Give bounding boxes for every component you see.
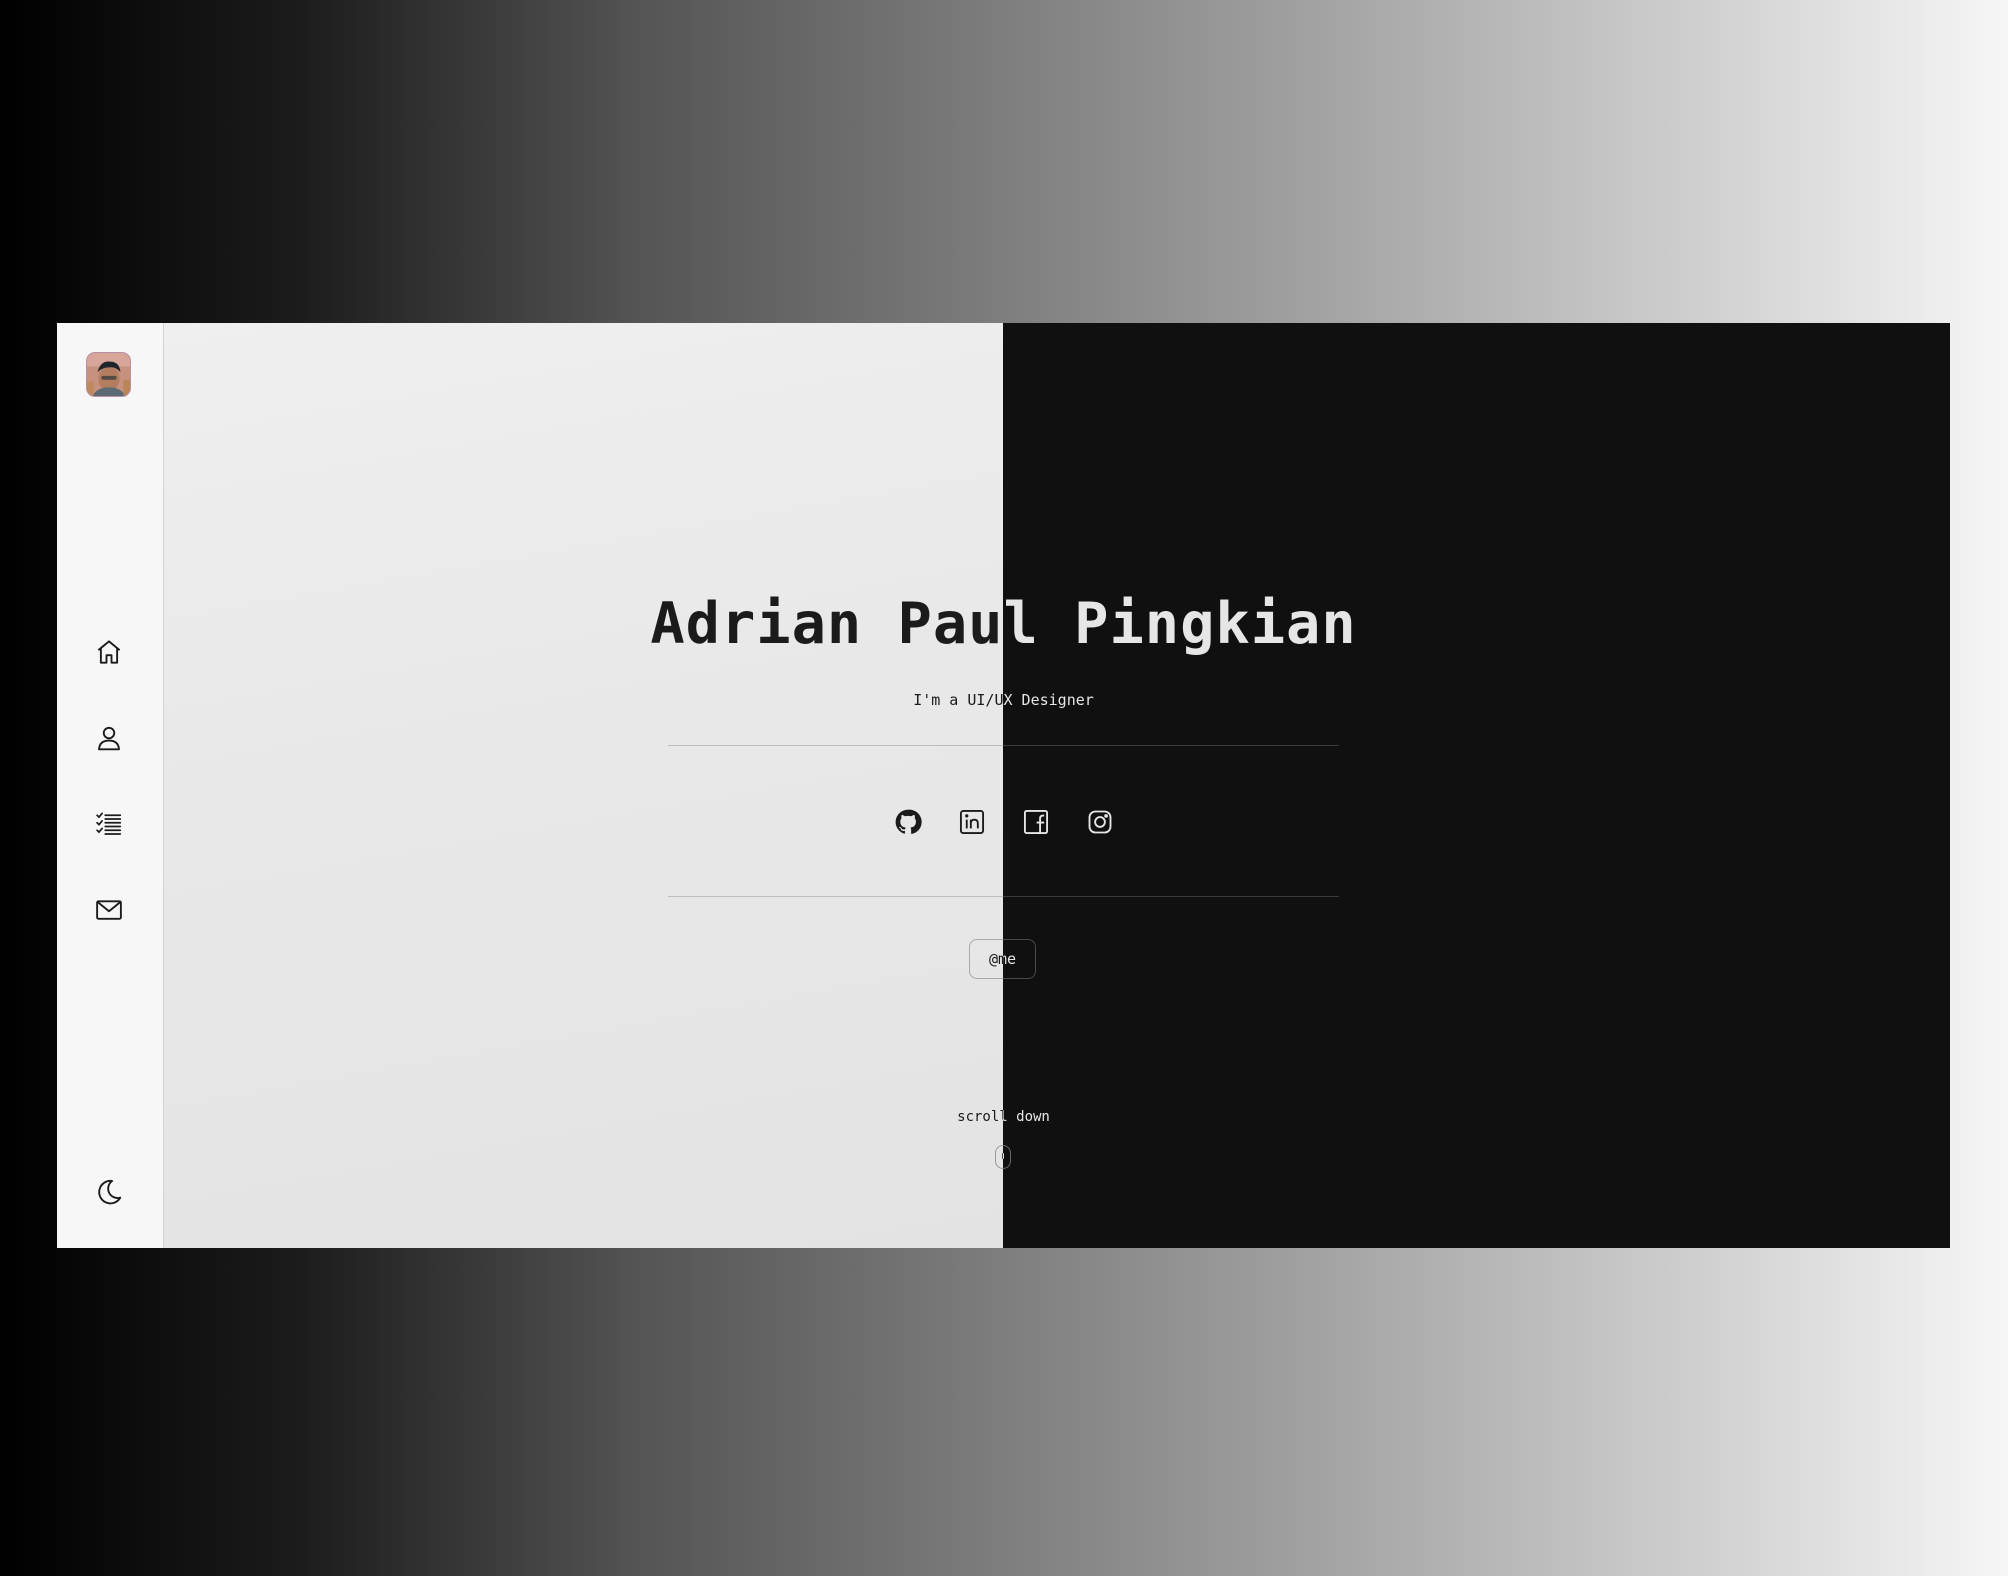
- facebook-link-inverted[interactable]: [1021, 807, 1051, 837]
- linkedin-link[interactable]: [957, 807, 987, 837]
- instagram-icon: [1088, 810, 1111, 834]
- app-window: Adrian Paul Pingkian I'm a UI/UX Designe…: [57, 323, 1950, 1248]
- hero-section: Adrian Paul Pingkian I'm a UI/UX Designe…: [57, 323, 1950, 1248]
- github-link[interactable]: [893, 807, 923, 837]
- instagram-link-inverted[interactable]: [1085, 807, 1115, 837]
- facebook-icon: [1023, 809, 1048, 835]
- github-icon: [895, 809, 922, 834]
- linkedin-icon: [959, 809, 984, 835]
